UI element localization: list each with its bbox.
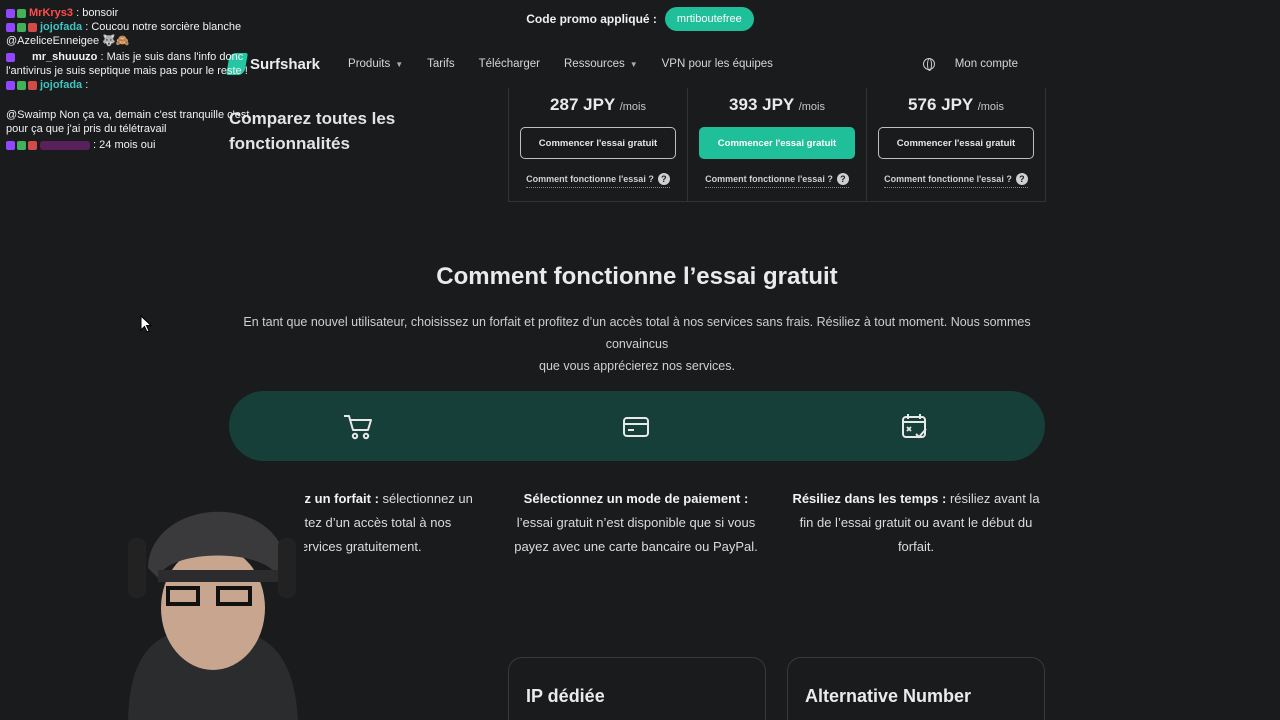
chat-message: @Swaimp Non ça va, demain c'est tranquil… (6, 109, 250, 121)
section-description: En tant que nouvel utilisateur, choisiss… (228, 311, 1046, 377)
desc-line: En tant que nouvel utilisateur, choisiss… (243, 315, 1031, 351)
feature-card-dedicated-ip[interactable]: IP dédiée (508, 657, 766, 720)
question-icon: ? (836, 173, 849, 185)
nav-label: Télécharger (478, 58, 540, 70)
start-trial-button[interactable]: Commencer l'essai gratuit (520, 127, 676, 159)
start-trial-button[interactable]: Commencer l'essai gratuit (878, 127, 1034, 159)
plan-card: 576 JPY /mois Commencer l'essai gratuit … (867, 88, 1045, 201)
section-title: Comment fonctionne l’essai gratuit (436, 263, 838, 290)
badge-icon (17, 8, 26, 18)
chat-message: : 24 mois oui (6, 138, 296, 152)
nav-label: VPN pour les équipes (661, 58, 773, 70)
plan-card: 393 JPY /mois Commencer l'essai gratuit … (688, 88, 867, 201)
calendar-check-icon (902, 414, 927, 439)
nav-item-ressources[interactable]: Ressources ▼ (564, 58, 638, 70)
credit-card-icon (623, 417, 649, 437)
badge-icon (6, 22, 15, 32)
step-cancel: Résiliez dans les temps : résiliez avant… (792, 491, 1040, 554)
step-payment-method: Sélectionnez un mode de paiement : l’ess… (514, 491, 758, 554)
nav-item-vpn-equipes[interactable]: VPN pour les équipes (662, 58, 773, 70)
question-icon: ? (657, 173, 670, 185)
step-title: Sélectionnez un mode de paiement : (523, 491, 749, 506)
badge-icon (6, 80, 15, 90)
nav-item-produits[interactable]: Produits ▼ (348, 58, 403, 70)
chat-username: MrKrys3 (29, 7, 74, 19)
badge-icon (6, 8, 15, 18)
cart-icon (344, 415, 372, 440)
chat-message: pour ça que j'ai pris du télétravail (6, 123, 167, 135)
step-title: Résiliez dans les temps : (792, 491, 947, 506)
chat-username: jojofada (40, 21, 83, 33)
nav-item-tarifs[interactable]: Tarifs (427, 58, 454, 70)
nav-label: Tarifs (427, 58, 455, 70)
chat-message: mr_shuuuzo : Mais je suis dans l'info do… (6, 50, 296, 64)
nav-label: Produits (348, 58, 391, 70)
mouse-cursor-icon (140, 315, 152, 333)
how-trial-works-link[interactable]: Comment fonctionne l'essai ?? (884, 173, 1028, 188)
nav-label: Ressources (564, 58, 625, 70)
desc-line: que vous apprécierez nos services. (539, 359, 735, 373)
chat-message: l'antivirus je suis septique mais pas po… (6, 65, 248, 77)
how-trial-works-link[interactable]: Comment fonctionne l'essai ?? (526, 173, 670, 188)
question-icon: ? (1015, 173, 1028, 185)
promo-label: Code promo appliqué : (526, 12, 657, 26)
plan-price: 287 JPY /mois (550, 95, 646, 114)
plan-price: 576 JPY /mois (908, 95, 1004, 114)
badge-icon (6, 52, 15, 62)
badge-icon (17, 140, 26, 150)
chat-username: mr_shuuuzo (32, 51, 98, 63)
chat-message: MrKrys3 : bonsoir (6, 6, 296, 20)
stream-chat-overlay: MrKrys3 : bonsoir jojofada : Coucou notr… (6, 6, 296, 152)
badge-icon (28, 22, 37, 32)
plan-card: 287 JPY /mois Commencer l'essai gratuit … (509, 88, 688, 201)
badge-icon (17, 80, 26, 90)
main-nav: Surfshark Produits ▼ Tarifs Télécharger … (226, 44, 1048, 84)
nav-item-telecharger[interactable]: Télécharger (479, 58, 540, 70)
chevron-down-icon: ▼ (629, 59, 638, 69)
promo-code-badge[interactable]: mrtiboutefree (664, 7, 754, 31)
webcam-streamer-image (118, 478, 304, 720)
chat-username-blur (40, 140, 90, 150)
badge-icon (6, 140, 15, 150)
chat-username: jojofada (40, 79, 83, 91)
pricing-cards: 287 JPY /mois Commencer l'essai gratuit … (508, 88, 1046, 202)
steps-bar (229, 391, 1045, 461)
how-trial-works-link[interactable]: Comment fonctionne l'essai ?? (705, 173, 849, 188)
chat-message: jojofada : (6, 78, 296, 92)
plan-price: 393 JPY /mois (729, 95, 825, 114)
chat-message: @AzeliceEnneigee 🐺🙈 (6, 35, 130, 47)
badge-icon (28, 80, 37, 90)
chevron-down-icon: ▼ (395, 59, 404, 69)
globe-icon[interactable] (922, 58, 935, 71)
feature-card-alternative-number[interactable]: Alternative Number (787, 657, 1045, 720)
chat-message: jojofada : Coucou notre sorcière blanche (6, 20, 296, 34)
badge-icon (28, 140, 37, 150)
start-trial-button[interactable]: Commencer l'essai gratuit (699, 127, 855, 159)
account-link[interactable]: Mon compte (955, 58, 1018, 70)
badge-icon (17, 22, 26, 32)
